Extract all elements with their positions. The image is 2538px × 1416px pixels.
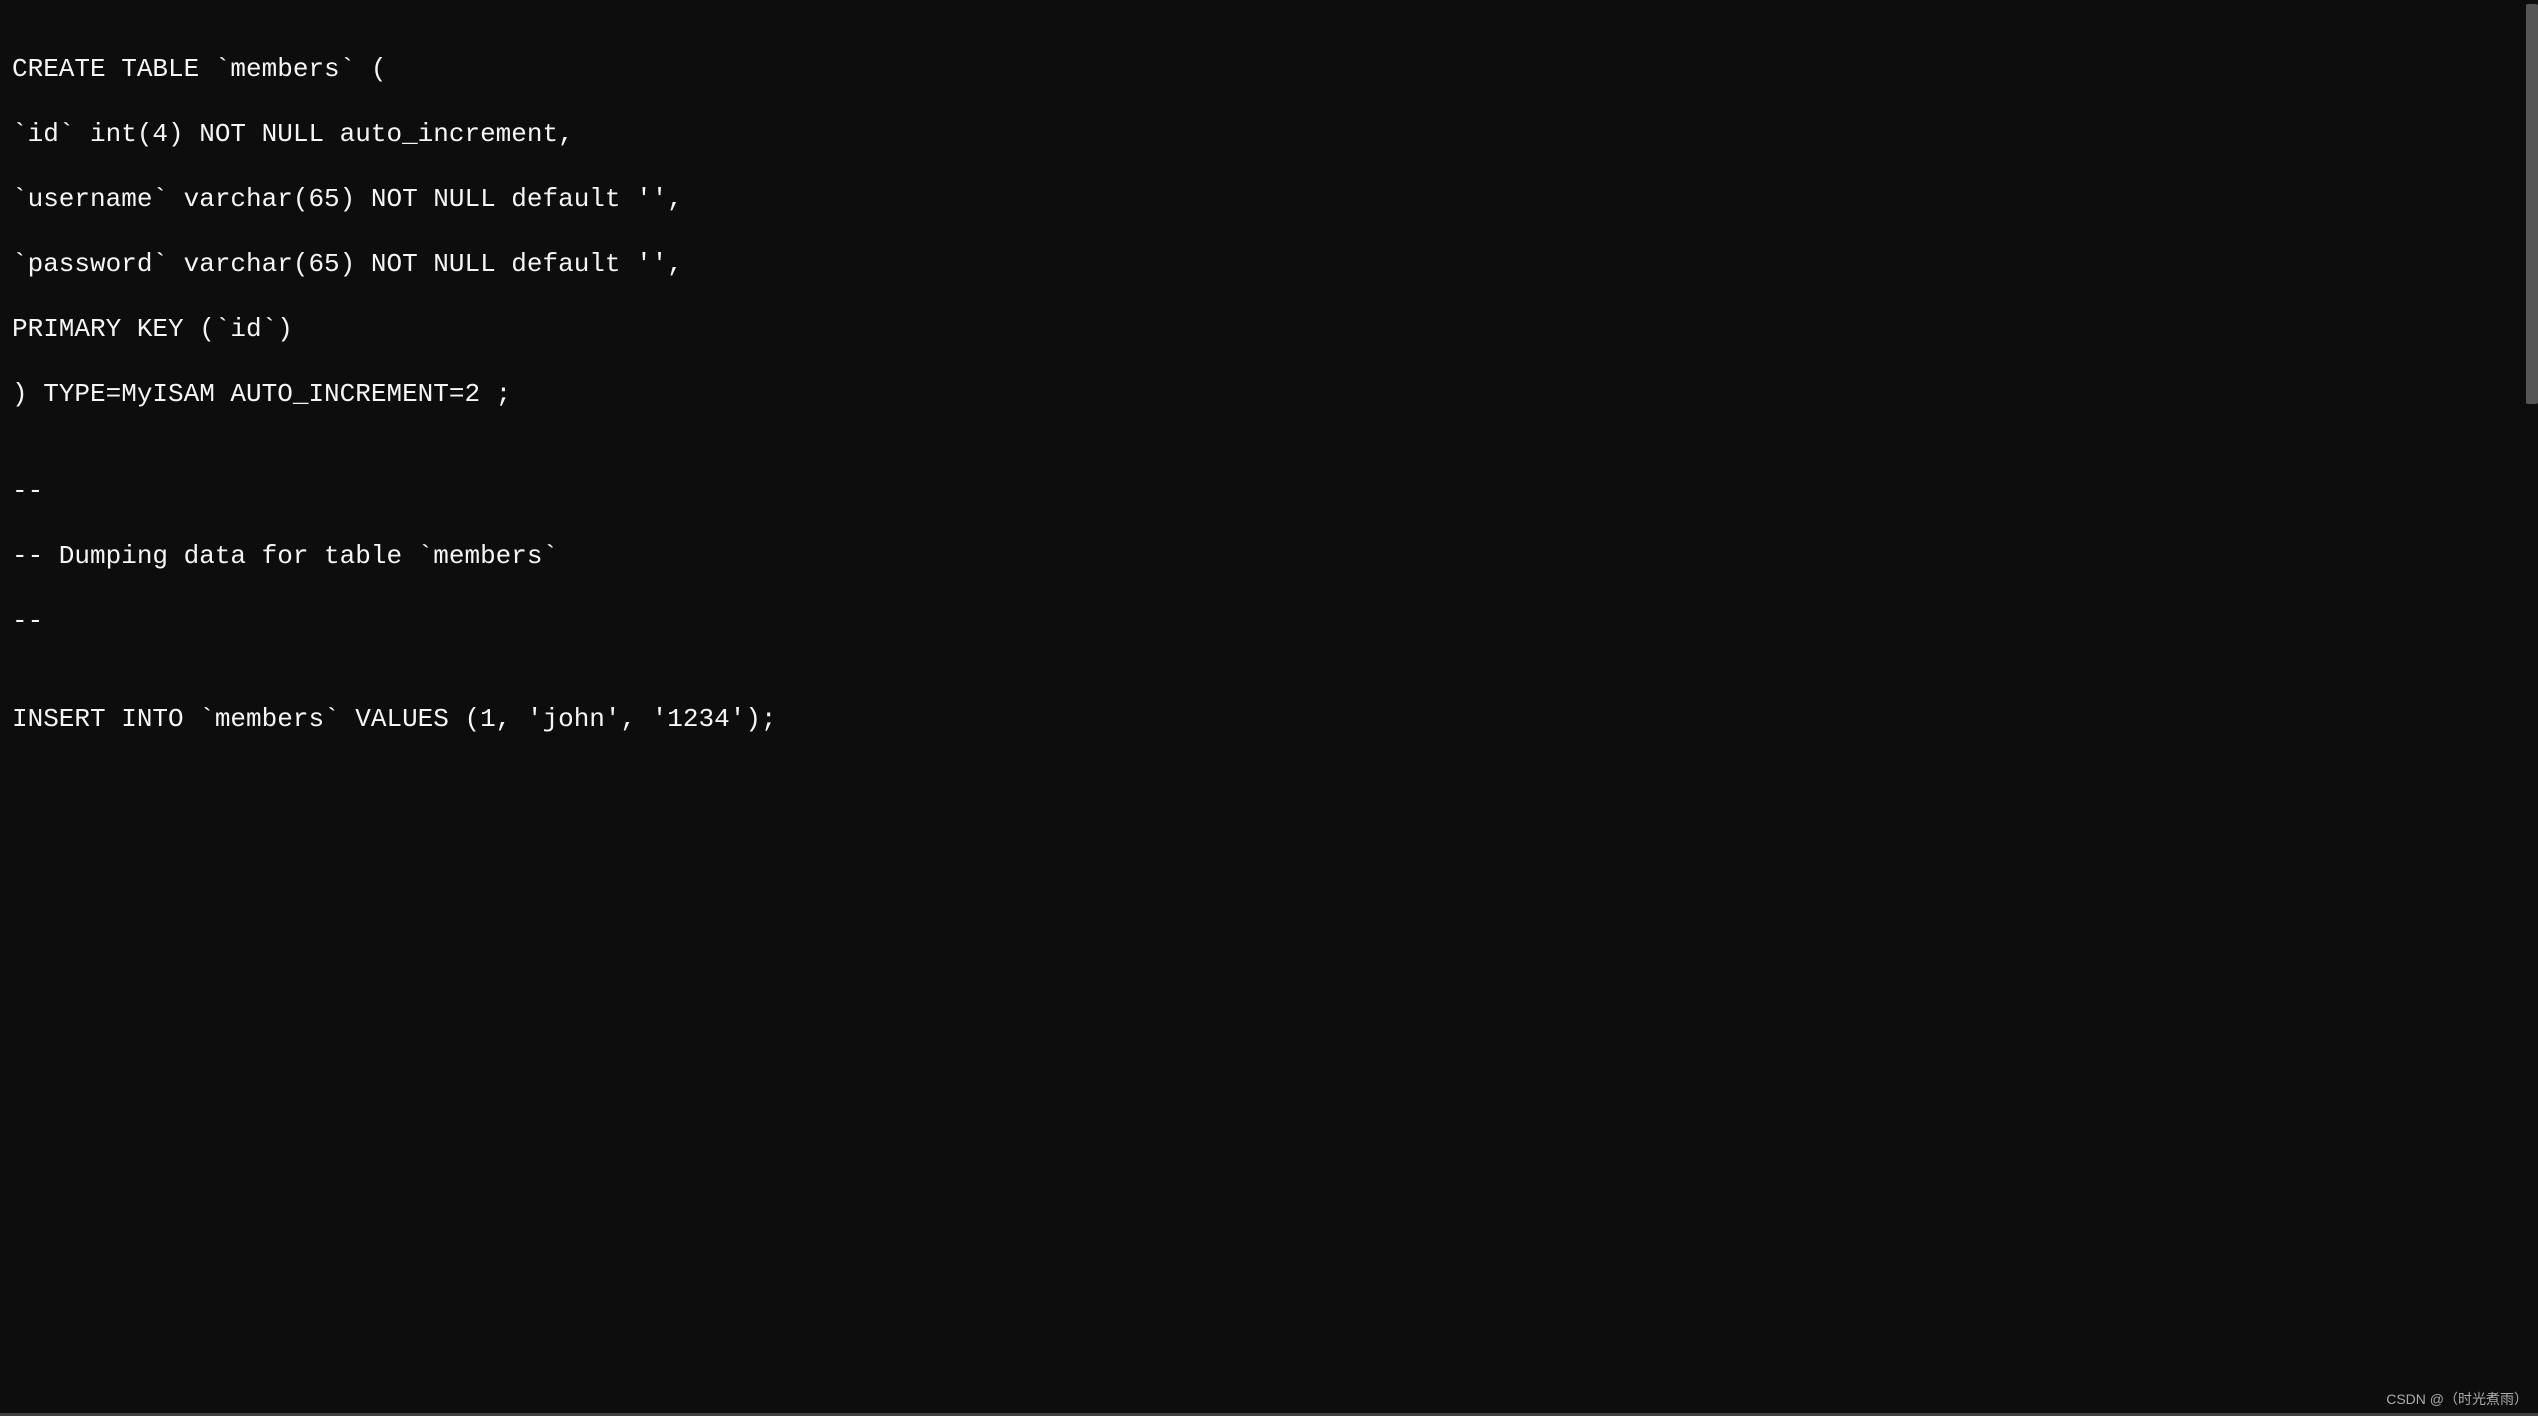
code-line: CREATE TABLE `members` ( (12, 53, 2538, 86)
code-line: -- (12, 475, 2538, 508)
code-line: PRIMARY KEY (`id`) (12, 313, 2538, 346)
watermark-text: CSDN @（时光煮雨） (2386, 1391, 2528, 1409)
scrollbar-thumb[interactable] (2526, 4, 2538, 404)
code-line: -- Dumping data for table `members` (12, 540, 2538, 573)
code-line: INSERT INTO `members` VALUES (1, 'john',… (12, 703, 2538, 736)
code-line: `username` varchar(65) NOT NULL default … (12, 183, 2538, 216)
code-line: ) TYPE=MyISAM AUTO_INCREMENT=2 ; (12, 378, 2538, 411)
scrollbar-track[interactable] (2524, 0, 2538, 1413)
code-line: `password` varchar(65) NOT NULL default … (12, 248, 2538, 281)
code-line: -- (12, 605, 2538, 638)
sql-code-block: CREATE TABLE `members` ( `id` int(4) NOT… (12, 20, 2538, 768)
code-line: `id` int(4) NOT NULL auto_increment, (12, 118, 2538, 151)
